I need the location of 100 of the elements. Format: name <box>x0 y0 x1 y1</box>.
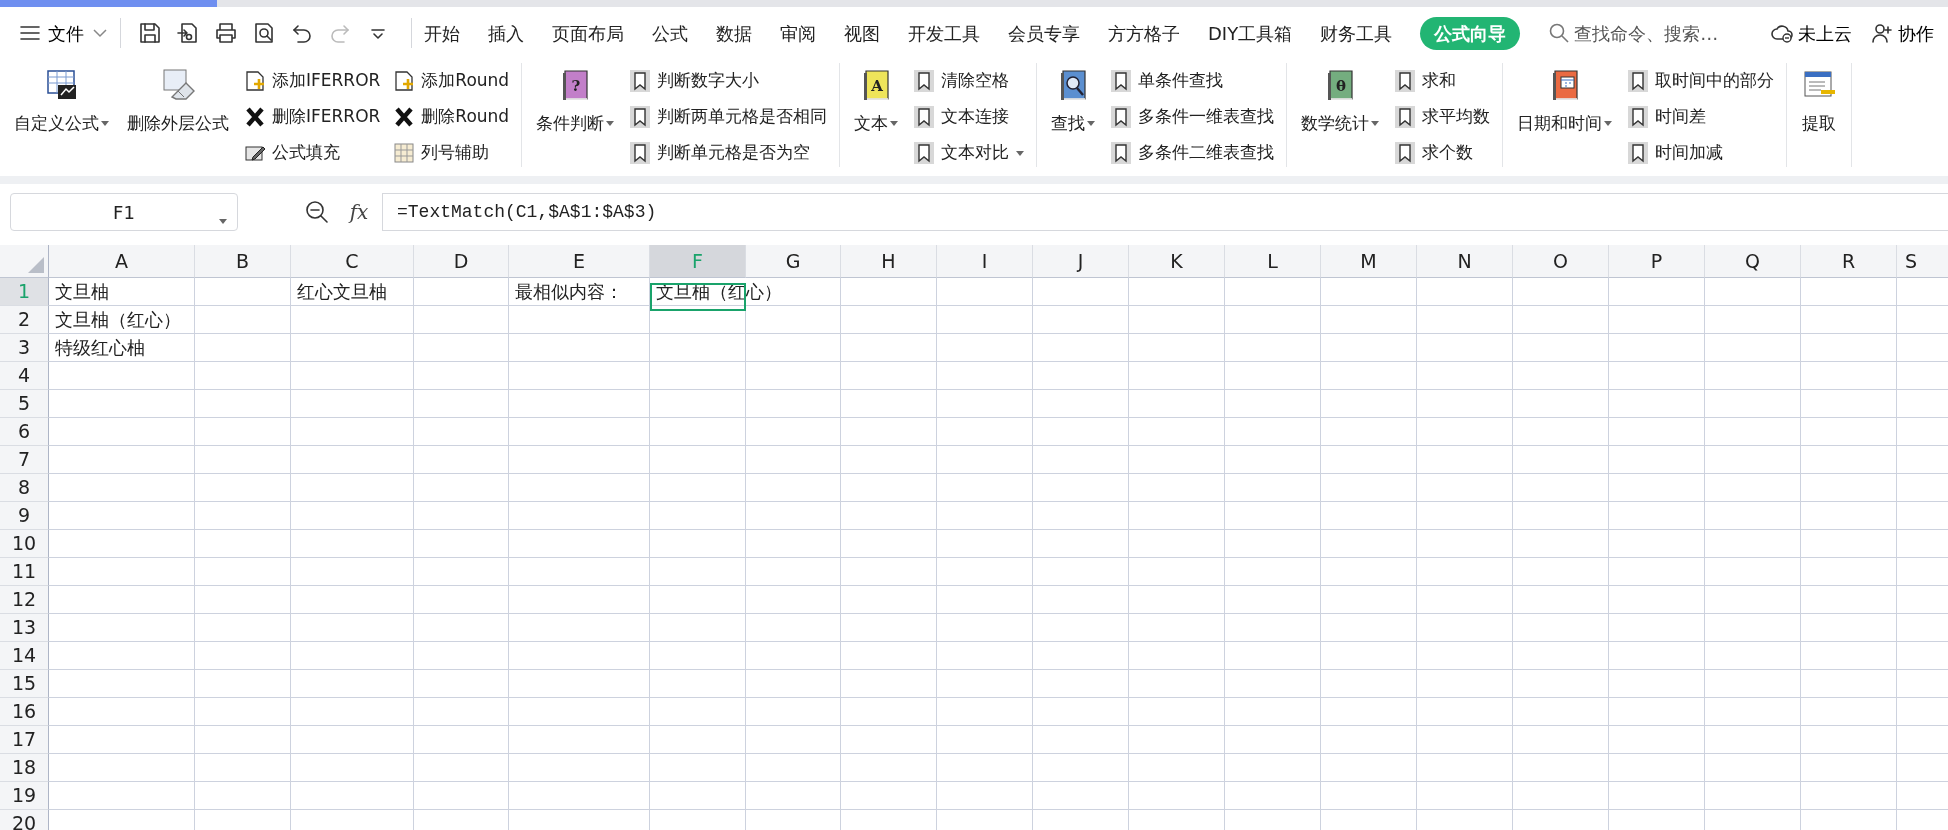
sheet-cell[interactable] <box>650 474 746 502</box>
sheet-cell[interactable] <box>1801 278 1897 306</box>
sheet-cell[interactable] <box>650 334 746 362</box>
sheet-cell[interactable] <box>414 306 509 334</box>
sheet-cell[interactable] <box>1033 390 1129 418</box>
sheet-cell[interactable] <box>841 418 937 446</box>
sheet-cell[interactable] <box>937 782 1033 810</box>
sheet-cell[interactable] <box>1801 334 1897 362</box>
sheet-cell[interactable] <box>291 418 414 446</box>
sheet-cell[interactable] <box>1705 558 1801 586</box>
menu-tab[interactable]: 开始 <box>424 16 460 50</box>
sheet-cell[interactable] <box>746 474 841 502</box>
sheet-cell[interactable] <box>195 502 291 530</box>
sheet-cell[interactable] <box>1225 502 1321 530</box>
sheet-cell[interactable] <box>291 306 414 334</box>
sheet-cell[interactable] <box>509 502 650 530</box>
sheet-cell[interactable] <box>195 362 291 390</box>
sheet-cell[interactable] <box>746 390 841 418</box>
sheet-cell[interactable] <box>1033 726 1129 754</box>
sheet-cell[interactable] <box>1801 726 1897 754</box>
search-field[interactable]: 查找命令、搜索… <box>1548 19 1719 47</box>
sheet-cell[interactable] <box>1321 418 1417 446</box>
sheet-cell[interactable] <box>1225 278 1321 306</box>
sheet-cell[interactable] <box>291 390 414 418</box>
sheet-cell[interactable] <box>1609 362 1705 390</box>
ribbon-button[interactable]: 日期和时间 <box>1515 63 1615 137</box>
sheet-cell[interactable] <box>291 670 414 698</box>
sheet-cell[interactable] <box>1033 418 1129 446</box>
sheet-cell[interactable] <box>509 698 650 726</box>
row-header[interactable]: 7 <box>0 446 49 474</box>
sheet-cell[interactable] <box>1129 446 1225 474</box>
menu-tab[interactable]: 页面布局 <box>552 16 624 50</box>
sheet-cell[interactable] <box>1225 642 1321 670</box>
sheet-cell[interactable] <box>650 782 746 810</box>
sheet-cell[interactable] <box>1129 278 1225 306</box>
ribbon-item[interactable]: 多条件一维表查找 <box>1111 99 1275 135</box>
sheet-cell[interactable] <box>195 390 291 418</box>
sheet-cell[interactable] <box>1705 474 1801 502</box>
sheet-cell[interactable] <box>1321 754 1417 782</box>
sheet-cell[interactable] <box>509 670 650 698</box>
ribbon-item[interactable]: 求和 <box>1395 63 1491 99</box>
sheet-cell[interactable] <box>746 642 841 670</box>
ribbon-item[interactable]: 时间差 <box>1628 99 1775 135</box>
menu-tab[interactable]: 财务工具 <box>1320 16 1393 50</box>
sheet-cell[interactable] <box>937 670 1033 698</box>
sheet-cell[interactable] <box>937 362 1033 390</box>
sheet-cell[interactable] <box>1705 530 1801 558</box>
sheet-cell[interactable] <box>1609 418 1705 446</box>
sheet-cell[interactable] <box>414 586 509 614</box>
sheet-cell[interactable] <box>1129 390 1225 418</box>
sheet-cell[interactable] <box>1033 586 1129 614</box>
sheet-cell[interactable] <box>195 726 291 754</box>
sheet-cell[interactable] <box>49 362 195 390</box>
sheet-cell[interactable] <box>746 306 841 334</box>
sheet-cell[interactable] <box>49 782 195 810</box>
sheet-cell[interactable] <box>291 334 414 362</box>
ribbon-item[interactable]: 列号辅助 <box>394 135 510 171</box>
ribbon-button[interactable]: 查找 <box>1049 63 1098 137</box>
row-header[interactable]: 9 <box>0 502 49 530</box>
sheet-cell[interactable] <box>195 474 291 502</box>
sheet-cell[interactable] <box>49 390 195 418</box>
menu-tab[interactable]: 开发工具 <box>908 16 980 50</box>
ribbon-item[interactable]: 文本对比 <box>914 135 1025 171</box>
row-header[interactable]: 3 <box>0 334 49 362</box>
sheet-cell[interactable] <box>1705 726 1801 754</box>
sheet-cell[interactable] <box>195 334 291 362</box>
row-header[interactable]: 20 <box>0 810 49 830</box>
sheet-cell[interactable] <box>1321 782 1417 810</box>
function-button[interactable]: fx <box>342 195 376 229</box>
sheet-cell[interactable] <box>1705 502 1801 530</box>
sheet-cell[interactable] <box>1609 390 1705 418</box>
sheet-cell[interactable] <box>1513 446 1609 474</box>
sheet-cell[interactable] <box>1705 614 1801 642</box>
sheet-cell[interactable] <box>1705 306 1801 334</box>
sheet-cell[interactable] <box>414 698 509 726</box>
sheet-cell[interactable] <box>1129 670 1225 698</box>
sheet-cell[interactable] <box>1513 390 1609 418</box>
sheet-cell[interactable] <box>49 642 195 670</box>
sheet-cell[interactable] <box>746 334 841 362</box>
sheet-cell[interactable] <box>509 782 650 810</box>
sheet-cell[interactable] <box>1609 754 1705 782</box>
sheet-cell[interactable] <box>1225 362 1321 390</box>
sheet-cell[interactable] <box>1609 726 1705 754</box>
sheet-cell[interactable] <box>1033 754 1129 782</box>
row-header[interactable]: 16 <box>0 698 49 726</box>
sheet-cell[interactable] <box>1225 726 1321 754</box>
sheet-cell[interactable] <box>291 362 414 390</box>
sheet-cell[interactable] <box>1513 502 1609 530</box>
sheet-cell[interactable] <box>937 614 1033 642</box>
sheet-cell[interactable] <box>195 754 291 782</box>
sheet-cell[interactable] <box>414 474 509 502</box>
sheet-cell[interactable]: 红心文旦柚 <box>291 278 414 306</box>
sheet-cell[interactable] <box>1801 502 1897 530</box>
menu-tab[interactable]: 审阅 <box>780 16 816 50</box>
sheet-cell[interactable] <box>1513 726 1609 754</box>
sheet-cell[interactable] <box>1801 614 1897 642</box>
sheet-cell[interactable] <box>1417 446 1513 474</box>
sheet-cell[interactable] <box>1801 474 1897 502</box>
sheet-cell[interactable] <box>841 530 937 558</box>
sheet-cell[interactable] <box>1609 446 1705 474</box>
